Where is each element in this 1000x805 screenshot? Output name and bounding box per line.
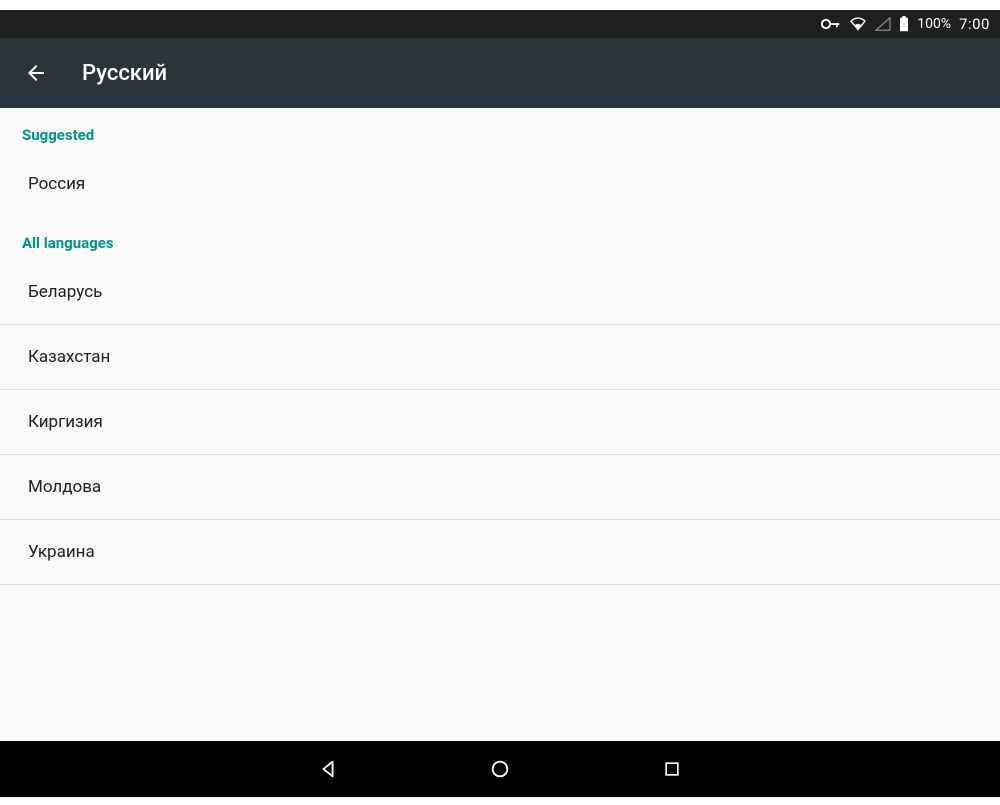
status-bar: 100% 7:00 xyxy=(0,10,1000,38)
triangle-back-icon xyxy=(317,758,339,780)
nav-home-button[interactable] xyxy=(484,753,516,785)
screen: 100% 7:00 Русский Suggested Россия All l… xyxy=(0,0,1000,805)
app-bar-title: Русский xyxy=(82,61,167,86)
status-time: 7:00 xyxy=(959,15,990,33)
square-recent-icon xyxy=(662,759,682,779)
list-item[interactable]: Россия xyxy=(0,152,1000,216)
list-item[interactable]: Молдова xyxy=(0,455,1000,519)
list-item[interactable]: Киргизия xyxy=(0,390,1000,454)
list-item[interactable]: Казахстан xyxy=(0,325,1000,389)
content: Suggested Россия All languages Беларусь … xyxy=(0,108,1000,741)
divider xyxy=(0,584,1000,585)
status-icons: 100% 7:00 xyxy=(821,15,990,33)
section-header-all: All languages xyxy=(0,216,1000,260)
section-header-suggested: Suggested xyxy=(0,108,1000,152)
outer-top-margin xyxy=(0,0,1000,10)
navigation-bar xyxy=(0,741,1000,797)
nav-recent-button[interactable] xyxy=(656,753,688,785)
list-item[interactable]: Беларусь xyxy=(0,260,1000,324)
vpn-key-icon xyxy=(821,18,841,30)
arrow-back-icon xyxy=(24,61,48,85)
circle-home-icon xyxy=(489,758,511,780)
battery-icon xyxy=(899,16,909,32)
battery-percent: 100% xyxy=(917,16,951,32)
list-item[interactable]: Украина xyxy=(0,520,1000,584)
app-bar: Русский xyxy=(0,38,1000,108)
outer-bottom-margin xyxy=(0,797,1000,805)
back-button[interactable] xyxy=(20,57,52,89)
cell-signal-icon xyxy=(875,17,891,31)
wifi-icon xyxy=(849,17,867,31)
nav-back-button[interactable] xyxy=(312,753,344,785)
